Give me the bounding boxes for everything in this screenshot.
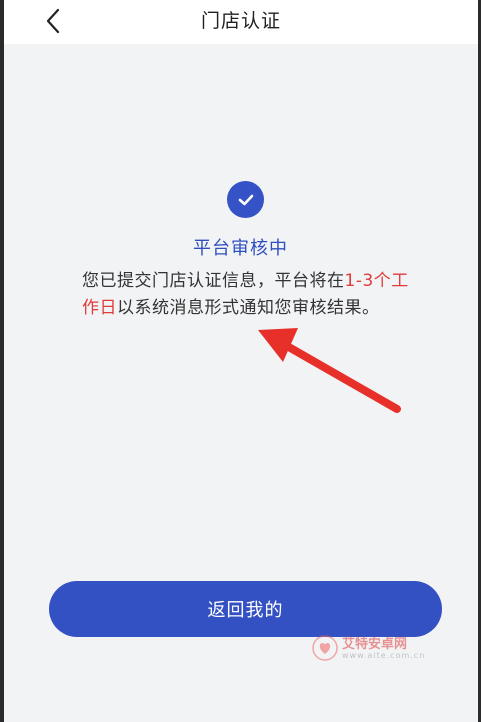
check-circle-icon — [227, 181, 264, 218]
message-text-end: 以系统消息形式通知您审核结果。 — [117, 298, 380, 318]
screen-edge-left — [0, 0, 4, 722]
status-message: 您已提交门店认证信息，平台将在1-3个工作日以系统消息形式通知您审核结果。 — [82, 268, 417, 322]
app-screen: 门店认证 平台审核中 您已提交门店认证信息，平台将在1-3个工作日以系统消息形式… — [0, 0, 481, 722]
status-title: 平台审核中 — [193, 238, 288, 259]
message-text: 您已提交门店认证信息，平台将在 — [82, 271, 345, 291]
page-title: 门店认证 — [200, 10, 281, 32]
watermark: 艾特安卓网 www.aite.com.cn — [312, 631, 442, 665]
watermark-sub: www.aite.com.cn — [342, 651, 426, 660]
return-button[interactable]: 返回我的 — [49, 581, 442, 637]
nav-header: 门店认证 — [4, 0, 478, 44]
heart-logo-icon — [312, 635, 338, 661]
watermark-text: 艾特安卓网 — [342, 637, 408, 652]
